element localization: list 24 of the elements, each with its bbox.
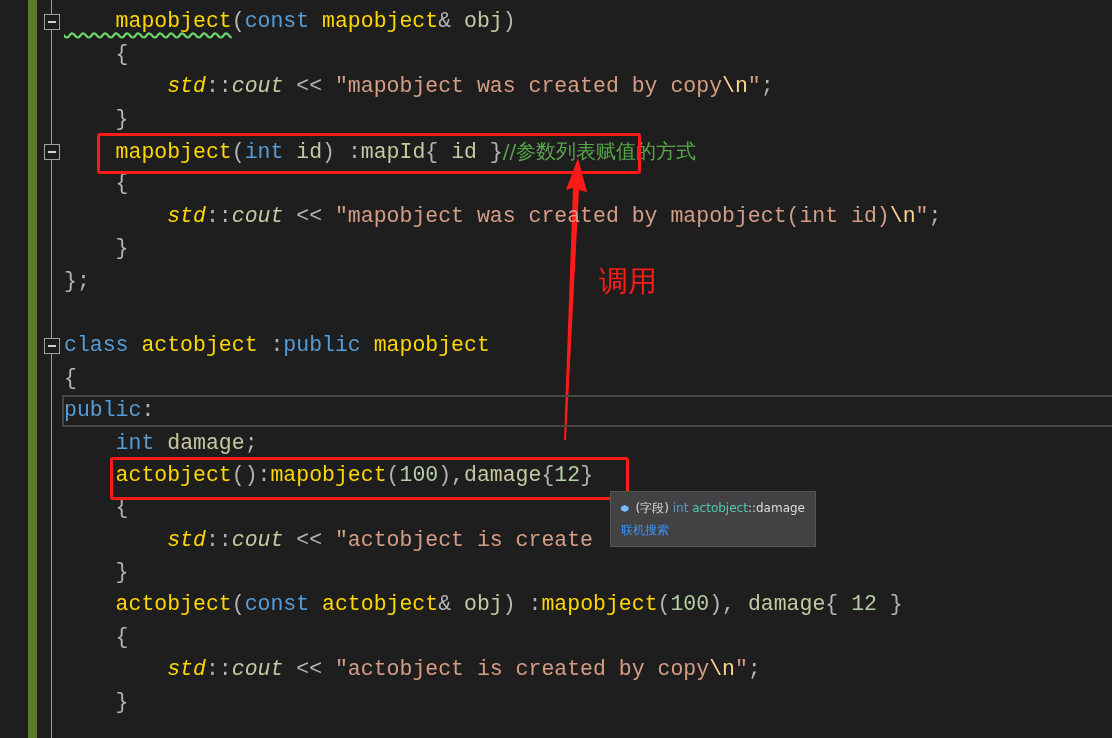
code-line: } [114, 238, 129, 260]
code-line: } [114, 108, 129, 131]
code-line: }; [64, 270, 90, 293]
code-line: } [114, 562, 129, 584]
cube-icon [621, 502, 629, 514]
code-line: class actobject :public mapobject [64, 335, 490, 357]
collapse-button[interactable] [44, 14, 60, 30]
collapse-button[interactable] [44, 337, 60, 354]
collapse-button[interactable] [44, 143, 60, 160]
code-line: int damage; [114, 432, 258, 454]
code-line: actobject(const actobject& obj) :mapobject(100), damage{ 12 } [114, 594, 903, 616]
code-line: std::cout << "actobject is create [166, 529, 593, 552]
code-line: { [114, 626, 129, 649]
code-line: { [64, 367, 77, 390]
code-line: mapobject(const mapobject& obj) [114, 11, 516, 33]
code-line: } [114, 691, 129, 714]
annotation-label: 调用 [599, 263, 657, 300]
online-search-link[interactable]: 联机搜索 [621, 522, 669, 539]
tooltip-signature: (字段) int actobject::damage [635, 499, 805, 517]
code-line: public: [64, 400, 155, 422]
code-line: { [114, 43, 129, 66]
code-line: actobject():mapobject(100),damage{12} [114, 464, 594, 487]
code-line: std::cout << "mapobject was created by copy\n"; [166, 76, 774, 98]
code-line: std::cout << "actobject is created by copy\n"; [166, 659, 761, 681]
